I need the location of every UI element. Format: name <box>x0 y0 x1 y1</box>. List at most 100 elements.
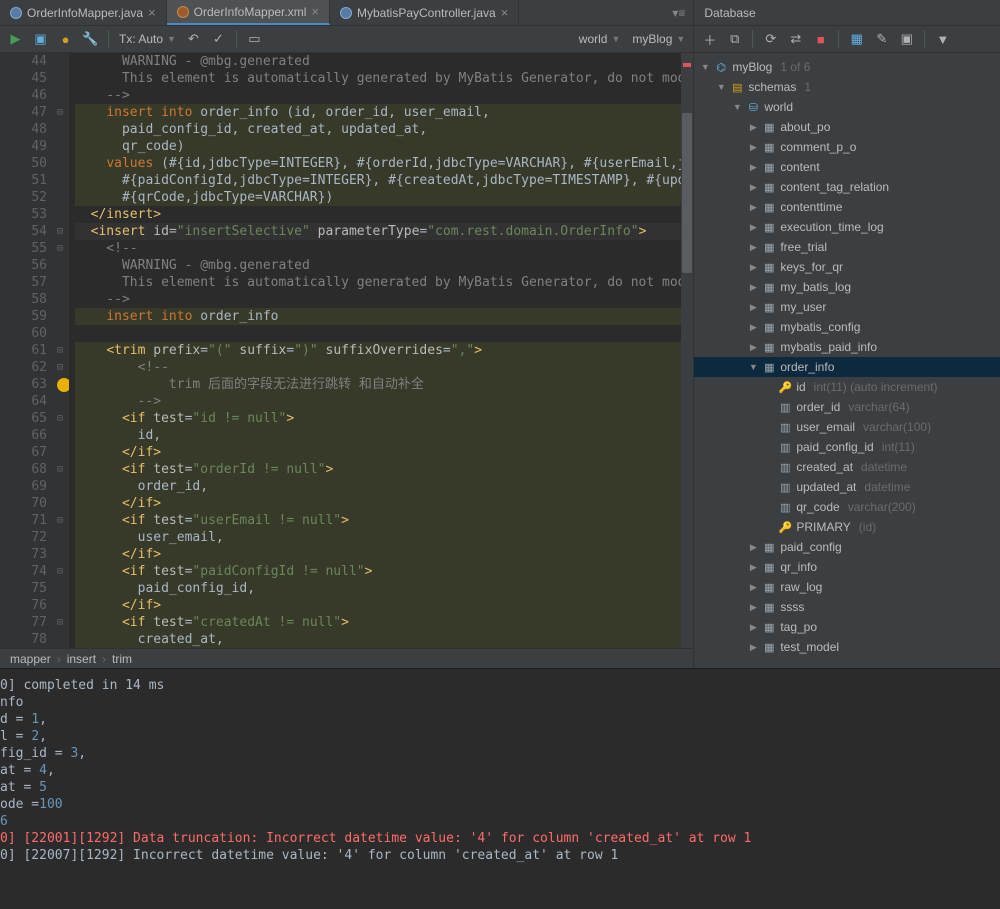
db-table[interactable]: ▶▦mybatis_config <box>694 317 1000 337</box>
db-table-selected[interactable]: ▼▦order_info <box>694 357 1000 377</box>
tree-arrow-icon[interactable]: ▶ <box>748 642 758 653</box>
tree-arrow-icon[interactable]: ▶ <box>748 182 758 193</box>
duplicate-icon[interactable]: ⧉ <box>727 32 742 47</box>
tx-mode-combo[interactable]: Tx: Auto▼ <box>119 32 176 46</box>
tree-arrow-icon[interactable]: ▶ <box>748 142 758 153</box>
close-icon[interactable]: × <box>148 5 156 20</box>
db-table[interactable]: ▶▦free_trial <box>694 237 1000 257</box>
tree-arrow-icon[interactable]: ▶ <box>748 282 758 293</box>
tree-arrow-icon[interactable]: ▶ <box>748 162 758 173</box>
db-table[interactable]: ▶▦my_user <box>694 297 1000 317</box>
db-table[interactable]: ▶▦tag_po <box>694 617 1000 637</box>
console-output[interactable]: 0] completed in 14 msnfod = 1,l = 2,fig_… <box>0 668 1000 909</box>
editor-tabs: OrderInfoMapper.java×OrderInfoMapper.xml… <box>0 0 693 26</box>
db-primary-key[interactable]: 🔑PRIMARY(id) <box>694 517 1000 537</box>
breadcrumb-item[interactable]: insert <box>67 652 96 666</box>
close-icon[interactable]: × <box>311 4 319 19</box>
db-table[interactable]: ▶▦paid_config <box>694 537 1000 557</box>
db-table[interactable]: ▶▦qr_info <box>694 557 1000 577</box>
db-column[interactable]: ▥paid_config_idint(11) <box>694 437 1000 457</box>
tree-arrow-icon[interactable]: ▶ <box>748 242 758 253</box>
breadcrumb-item[interactable]: mapper <box>10 652 51 666</box>
db-table[interactable]: ▶▦raw_log <box>694 577 1000 597</box>
tree-arrow-icon[interactable]: ▼ <box>748 362 758 372</box>
fold-toggle-icon[interactable]: ⊟ <box>57 104 63 121</box>
table-view-icon[interactable]: ▦ <box>849 32 864 47</box>
commit-tx-icon[interactable]: ✓ <box>211 32 226 47</box>
stop-icon[interactable]: ■ <box>813 32 828 47</box>
db-table[interactable]: ▶▦test_model <box>694 637 1000 657</box>
editor-tab[interactable]: MybatisPayController.java× <box>330 0 519 25</box>
tree-arrow-icon[interactable]: ▼ <box>732 102 742 112</box>
db-column[interactable]: ▥order_idvarchar(64) <box>694 397 1000 417</box>
tree-arrow-icon[interactable]: ▶ <box>748 202 758 213</box>
tree-arrow-icon[interactable]: ▶ <box>748 322 758 333</box>
db-table[interactable]: ▶▦mybatis_paid_info <box>694 337 1000 357</box>
commit-icon[interactable]: ● <box>58 32 73 47</box>
view-icon[interactable]: ▭ <box>247 32 262 47</box>
fold-toggle-icon[interactable]: ⊟ <box>57 614 63 631</box>
filter-icon[interactable]: ▼ <box>935 32 950 47</box>
tree-arrow-icon[interactable]: ▶ <box>748 562 758 573</box>
db-table[interactable]: ▶▦content <box>694 157 1000 177</box>
tree-arrow-icon[interactable]: ▶ <box>748 262 758 273</box>
db-root[interactable]: ▼⌬myBlog1 of 6 <box>694 57 1000 77</box>
tree-arrow-icon[interactable]: ▼ <box>700 62 710 72</box>
fold-toggle-icon[interactable]: ⊟ <box>57 410 63 427</box>
editor-tab[interactable]: OrderInfoMapper.xml× <box>167 0 330 25</box>
breadcrumb[interactable]: mapper›insert›trim <box>0 648 693 668</box>
db-column[interactable]: ▥created_atdatetime <box>694 457 1000 477</box>
db-column[interactable]: ▥user_emailvarchar(100) <box>694 417 1000 437</box>
db-schemas[interactable]: ▼▤schemas1 <box>694 77 1000 97</box>
db-table[interactable]: ▶▦about_po <box>694 117 1000 137</box>
db-column[interactable]: ▥qr_codevarchar(200) <box>694 497 1000 517</box>
wrench-icon[interactable]: 🔧 <box>83 32 98 47</box>
tree-arrow-icon[interactable]: ▶ <box>748 222 758 233</box>
tree-arrow-icon[interactable]: ▶ <box>748 122 758 133</box>
fold-toggle-icon[interactable]: ⊟ <box>57 223 63 240</box>
db-table[interactable]: ▶▦my_batis_log <box>694 277 1000 297</box>
edit-icon[interactable]: ✎ <box>874 32 889 47</box>
datasource-combo[interactable]: myBlog▼ <box>632 32 685 46</box>
code-editor[interactable]: 4445464748495051525354555657585960616263… <box>0 53 693 648</box>
console-icon[interactable]: ▣ <box>899 32 914 47</box>
db-table[interactable]: ▶▦content_tag_relation <box>694 177 1000 197</box>
breadcrumb-item[interactable]: trim <box>112 652 132 666</box>
schema-combo[interactable]: world▼ <box>579 32 621 46</box>
fold-toggle-icon[interactable]: ⊟ <box>57 461 63 478</box>
fold-toggle-icon[interactable]: ⊟ <box>57 359 63 376</box>
tree-arrow-icon[interactable]: ▶ <box>748 302 758 313</box>
db-column[interactable]: 🔑idint(11) (auto increment) <box>694 377 1000 397</box>
db-world[interactable]: ▼⛁world <box>694 97 1000 117</box>
tree-arrow-icon[interactable]: ▶ <box>748 542 758 553</box>
fold-toggle-icon[interactable]: ⊟ <box>57 512 63 529</box>
db-column[interactable]: ▥updated_atdatetime <box>694 477 1000 497</box>
db-table[interactable]: ▶▦keys_for_qr <box>694 257 1000 277</box>
code-area[interactable]: WARNING - @mbg.generated This element is… <box>69 53 693 648</box>
refresh-icon[interactable]: ⟳ <box>763 32 778 47</box>
new-console-icon[interactable]: ▣ <box>33 32 48 47</box>
tree-arrow-icon[interactable]: ▶ <box>748 582 758 593</box>
fold-toggle-icon[interactable]: ⊟ <box>57 563 63 580</box>
tree-arrow-icon[interactable]: ▶ <box>748 602 758 613</box>
editor-tab[interactable]: OrderInfoMapper.java× <box>0 0 167 25</box>
tree-arrow-icon[interactable]: ▼ <box>716 82 726 92</box>
rollback-icon[interactable]: ↶ <box>186 32 201 47</box>
run-icon[interactable]: ▶ <box>8 32 23 47</box>
db-table[interactable]: ▶▦execution_time_log <box>694 217 1000 237</box>
fold-column[interactable]: ⊟⊟⊟⊟⊟⊟⊟⊟⊟⊟ <box>55 53 69 648</box>
fold-toggle-icon[interactable]: ⊟ <box>57 342 63 359</box>
add-datasource-icon[interactable]: ＋ <box>702 32 717 47</box>
tabs-menu-icon[interactable]: ▾≡ <box>664 6 693 20</box>
sync-icon[interactable]: ⇄ <box>788 32 803 47</box>
fold-toggle-icon[interactable]: ⊟ <box>57 240 63 257</box>
tree-arrow-icon[interactable]: ▶ <box>748 622 758 633</box>
tree-arrow-icon[interactable]: ▶ <box>748 342 758 353</box>
database-tree[interactable]: ▼⌬myBlog1 of 6▼▤schemas1▼⛁world▶▦about_p… <box>694 53 1000 668</box>
db-table[interactable]: ▶▦contenttime <box>694 197 1000 217</box>
db-table[interactable]: ▶▦comment_p_o <box>694 137 1000 157</box>
db-table[interactable]: ▶▦ssss <box>694 597 1000 617</box>
console-line: 0] [22001][1292] Data truncation: Incorr… <box>0 830 992 847</box>
close-icon[interactable]: × <box>501 5 509 20</box>
editor-scrollbar[interactable] <box>681 53 693 648</box>
